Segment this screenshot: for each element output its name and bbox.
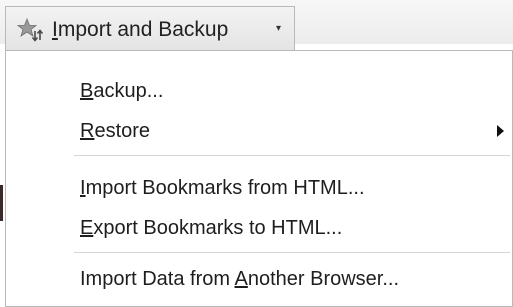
menu-item-restore[interactable]: Restore: [80, 118, 150, 144]
menu-item-export-bookmarks-html[interactable]: Export Bookmarks to HTML...: [80, 215, 342, 241]
import-backup-menu: Backup... Restore Import Bookmarks from …: [5, 50, 513, 307]
background-edge: [0, 185, 3, 221]
import-and-backup-button[interactable]: Import and Backup ▾: [5, 6, 295, 50]
menu-separator: [74, 252, 510, 253]
menu-item-backup[interactable]: Backup...: [80, 78, 163, 104]
dropdown-arrow-icon: ▾: [276, 23, 282, 34]
submenu-arrow-icon: [497, 125, 504, 137]
menu-separator: [74, 155, 510, 156]
button-label: Import and Backup: [52, 18, 229, 41]
menu-item-import-bookmarks-html[interactable]: Import Bookmarks from HTML...: [80, 175, 365, 201]
star-arrows-icon: [17, 18, 43, 42]
menu-item-import-another-browser[interactable]: Import Data from Another Browser...: [80, 266, 399, 292]
